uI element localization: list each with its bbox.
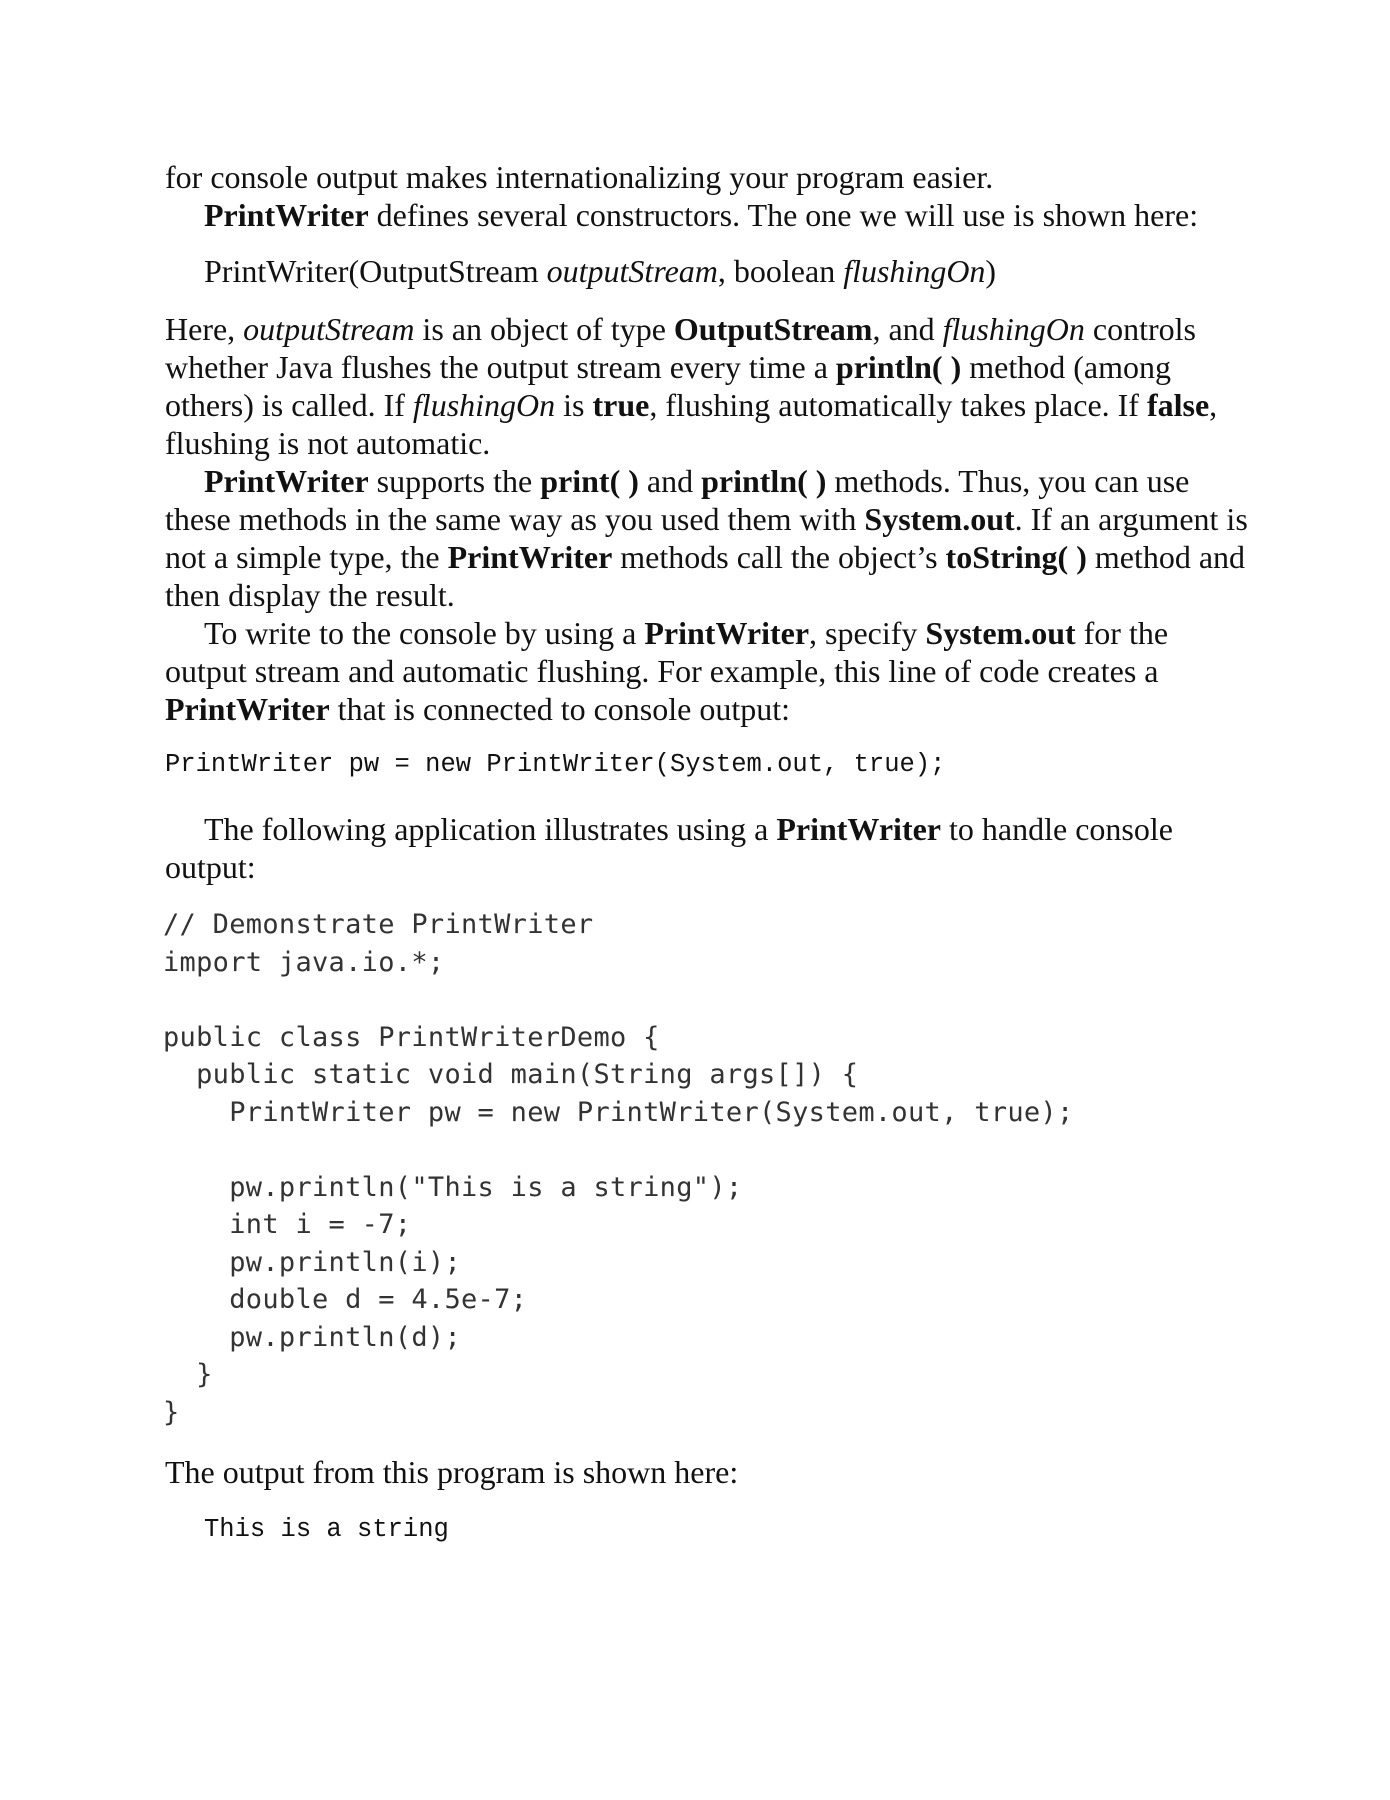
program-output: This is a string (204, 1515, 449, 1544)
text-run: PrintWriter(OutputStream (204, 253, 547, 289)
code-line: PrintWriter pw = new PrintWriter(System.… (165, 750, 946, 779)
document-page: for console output makes internationaliz… (163, 158, 1250, 1549)
param-outputstream: outputStream (546, 253, 718, 289)
text-run: ) (985, 253, 997, 289)
param-outputstream: outputStream (243, 311, 415, 347)
text-run: is (555, 387, 593, 423)
paragraph-output-label: The output from this program is shown he… (165, 1454, 739, 1490)
keyword-printwriter: PrintWriter (204, 197, 369, 233)
text-run: methods call the object’s (612, 539, 946, 575)
keyword-false: false (1146, 387, 1210, 423)
text-run: The following application illustrates us… (204, 811, 777, 847)
text-run: for console output makes internationaliz… (165, 159, 994, 195)
text-run: Here, (165, 311, 244, 347)
keyword-true: true (592, 387, 650, 423)
param-flushingon: flushingOn (412, 387, 556, 423)
keyword-tostring: toString( ) (945, 539, 1087, 575)
param-flushingon: flushingOn (942, 311, 1085, 347)
keyword-print: print( ) (540, 463, 639, 499)
keyword-println: println( ) (835, 349, 962, 385)
text-run: defines several constructors. The one we… (368, 197, 1199, 233)
keyword-println: println( ) (701, 463, 827, 499)
keyword-outputstream: OutputStream (673, 311, 873, 347)
keyword-printwriter: PrintWriter (165, 691, 330, 727)
keyword-printwriter: PrintWriter (204, 463, 369, 499)
keyword-printwriter: PrintWriter (776, 811, 941, 847)
keyword-system-out: System.out (925, 615, 1076, 651)
keyword-system-out: System.out (864, 501, 1015, 537)
keyword-printwriter: PrintWriter (447, 539, 613, 575)
constructor-signature: PrintWriter(OutputStream outputStream, b… (204, 252, 1250, 290)
text-run: that is connected to console output: (329, 691, 791, 727)
paragraph-constructors: PrintWriter defines several constructors… (165, 196, 1250, 234)
text-run: supports the (368, 463, 541, 499)
paragraph-application: The following application illustrates us… (165, 810, 1250, 886)
keyword-printwriter: PrintWriter (644, 615, 810, 651)
code-listing: // Demonstrate PrintWriter import java.i… (163, 909, 1074, 1428)
text-run: To write to the console by using a (204, 615, 645, 651)
text-run: , boolean (717, 253, 844, 289)
text-run: is an object of type (414, 311, 674, 347)
text-run: , and (872, 311, 943, 347)
param-flushingon: flushingOn (843, 253, 986, 289)
paragraph-parameters: Here, outputStream is an object of type … (165, 310, 1250, 462)
text-run: , specify (809, 615, 926, 651)
text-run: , flushing automatically takes place. If (649, 387, 1147, 423)
paragraph-console: To write to the console by using a Print… (165, 614, 1250, 728)
paragraph-methods: PrintWriter supports the print( ) and pr… (165, 462, 1250, 614)
paragraph-intro: for console output makes internationaliz… (165, 158, 1250, 196)
text-run: and (638, 463, 702, 499)
